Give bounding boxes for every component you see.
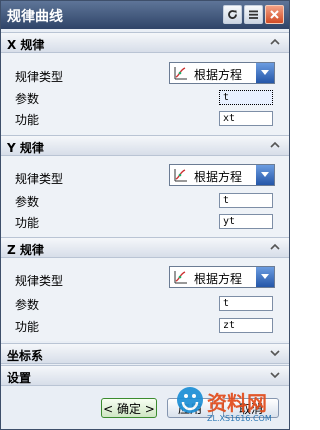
section-title: 坐标系 [7,349,44,363]
function-label: 功能 [15,216,40,230]
ok-button[interactable]: < 确定 > [101,398,157,418]
function-field[interactable]: yt [219,214,273,229]
law-type-value: 根据方程 [194,272,243,286]
watermark: 资料网 ZL.XS1616.COM [173,383,289,429]
law-type-select[interactable]: 根据方程 [169,164,275,186]
dropdown-button[interactable] [256,267,274,287]
dialog-title: 规律曲线 [7,9,63,25]
section-body-x: 规律类型 根据方程 参数 t 功能 xt [1,53,289,135]
section-header-x[interactable]: X 规律 [1,32,289,53]
law-type-select[interactable]: 根据方程 [169,266,275,288]
law-type-label: 规律类型 [15,70,64,84]
reset-icon [228,10,237,19]
menu-button[interactable] [244,5,263,24]
law-type-label: 规律类型 [15,172,64,186]
close-button[interactable] [265,5,284,24]
law-type-value: 根据方程 [194,68,243,82]
watermark-logo-icon [177,387,203,413]
law-curve-icon [174,67,187,80]
law-curve-dialog: 规律曲线 X 规律 规律类型 根据方程 参数 t 功能 xt Y 规律 规律类型… [0,0,290,430]
function-label: 功能 [15,320,40,334]
chevron-down-icon [270,350,280,357]
param-label: 参数 [15,195,40,209]
watermark-url: ZL.XS1616.COM [207,414,272,423]
section-title: Z 规律 [7,243,44,257]
chevron-down-icon [261,172,269,177]
param-label: 参数 [15,92,40,106]
dropdown-button[interactable] [256,63,274,83]
param-label: 参数 [15,298,40,312]
section-header-y[interactable]: Y 规律 [1,135,289,156]
law-type-label: 规律类型 [15,274,64,288]
close-icon [270,10,279,19]
dropdown-button[interactable] [256,165,274,185]
chevron-up-icon [270,141,280,148]
section-title: X 规律 [7,38,45,52]
chevron-down-icon [261,274,269,279]
law-type-select[interactable]: 根据方程 [169,62,275,84]
chevron-up-icon [270,243,280,250]
section-title: 设置 [7,371,32,385]
section-header-z[interactable]: Z 规律 [1,237,289,258]
chevron-up-icon [270,38,280,45]
watermark-brand: 资料网 [207,391,267,415]
section-title: Y 规律 [7,141,44,155]
function-label: 功能 [15,113,40,127]
title-bar[interactable]: 规律曲线 [1,1,289,29]
param-field[interactable]: t [219,193,273,208]
law-type-value: 根据方程 [194,170,243,184]
section-body-y: 规律类型 根据方程 参数 t 功能 yt [1,156,289,237]
law-curve-icon [174,271,187,284]
menu-icon [249,10,258,19]
section-header-coordinate-system[interactable]: 坐标系 [1,343,289,364]
chevron-down-icon [270,372,280,379]
param-field[interactable]: t [219,296,273,311]
law-curve-icon [174,169,187,182]
reset-button[interactable] [223,5,242,24]
function-field[interactable]: zt [219,318,273,333]
chevron-down-icon [261,70,269,75]
function-field[interactable]: xt [219,111,273,126]
section-body-z: 规律类型 根据方程 参数 t 功能 zt [1,258,289,341]
param-field[interactable]: t [219,90,273,105]
